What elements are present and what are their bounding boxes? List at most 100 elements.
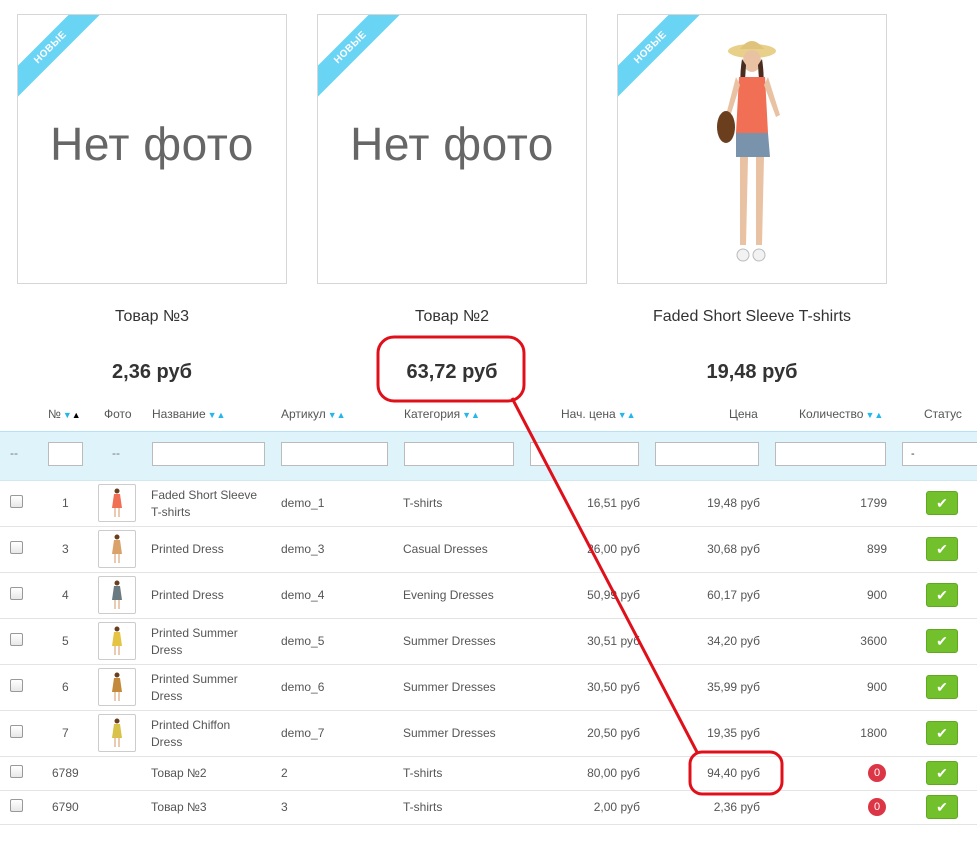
row-checkbox[interactable] bbox=[10, 633, 23, 646]
row-checkbox[interactable] bbox=[10, 679, 23, 692]
col-category[interactable]: Категория ▼▲ bbox=[404, 407, 480, 421]
filter-row: -- -- - bbox=[0, 431, 977, 481]
status-enabled-button[interactable]: ✔ bbox=[926, 537, 958, 561]
product-base-price: 2,00 руб bbox=[593, 800, 640, 814]
product-name[interactable]: Товар №2 bbox=[317, 308, 587, 326]
status-enabled-button[interactable]: ✔ bbox=[926, 629, 958, 653]
product-thumbnail[interactable] bbox=[98, 668, 136, 706]
product-sku: demo_6 bbox=[281, 680, 325, 694]
status-enabled-button[interactable]: ✔ bbox=[926, 795, 958, 819]
product-base-price: 30,51 руб bbox=[587, 634, 640, 648]
product-thumbnail[interactable] bbox=[98, 714, 136, 752]
product-category: T-shirts bbox=[403, 496, 443, 510]
row-id: 6789 bbox=[52, 766, 79, 780]
table-row[interactable]: 3 Printed Dress demo_3 Casual Dresses 26,00 … bbox=[0, 526, 977, 573]
status-enabled-button[interactable]: ✔ bbox=[926, 761, 958, 785]
status-enabled-button[interactable]: ✔ bbox=[926, 491, 958, 515]
filter-sku-input[interactable] bbox=[281, 442, 388, 466]
row-checkbox[interactable] bbox=[10, 765, 23, 778]
sort-icon[interactable]: ▼▲ bbox=[462, 410, 480, 420]
product-quantity: 900 bbox=[866, 588, 887, 602]
product-card-faded-tshirt[interactable]: НОВЫЕ Faded Short Sleeve T-shirts bbox=[617, 14, 887, 326]
product-price: 63,72 руб bbox=[406, 361, 498, 383]
product-price: 30,68 руб bbox=[707, 542, 760, 556]
sort-icon[interactable]: ▼▲ bbox=[208, 410, 226, 420]
product-name[interactable]: Faded Short Sleeve T-shirts bbox=[151, 487, 257, 521]
dress-thumbnail bbox=[112, 534, 122, 563]
product-thumbnail[interactable] bbox=[98, 484, 136, 522]
filter-num-input[interactable] bbox=[48, 442, 83, 466]
col-base-price[interactable]: Нач. цена ▼▲ bbox=[561, 407, 636, 421]
filter-quantity-input[interactable] bbox=[775, 442, 886, 466]
filter-name-input[interactable] bbox=[152, 442, 265, 466]
sort-icon[interactable]: ▼▲ bbox=[865, 410, 883, 420]
table-row[interactable]: 1 Faded Short Sleeve T-shirts demo_1 T-shirt… bbox=[0, 480, 977, 527]
product-image-placeholder[interactable]: НОВЫЕ Нет фото bbox=[17, 14, 287, 284]
product-card-2[interactable]: НОВЫЕ Нет фото Товар №2 bbox=[317, 14, 587, 326]
product-price: 34,20 руб bbox=[707, 634, 760, 648]
product-quantity: 900 bbox=[866, 680, 887, 694]
row-checkbox[interactable] bbox=[10, 541, 23, 554]
filter-status-select[interactable]: - bbox=[902, 442, 977, 466]
col-quantity[interactable]: Количество ▼▲ bbox=[799, 407, 883, 421]
status-enabled-button[interactable]: ✔ bbox=[926, 583, 958, 607]
product-name[interactable]: Printed Summer Dress bbox=[151, 671, 238, 705]
sort-icon[interactable]: ▼▲ bbox=[618, 410, 636, 420]
filter-price-input[interactable] bbox=[655, 442, 759, 466]
product-thumbnail[interactable] bbox=[98, 576, 136, 614]
table-row[interactable]: 4 Printed Dress demo_4 Evening Dresses 50,99… bbox=[0, 572, 977, 619]
status-enabled-button[interactable]: ✔ bbox=[926, 675, 958, 699]
row-checkbox[interactable] bbox=[10, 799, 23, 812]
row-id: 6 bbox=[62, 680, 69, 694]
product-name[interactable]: Printed Dress bbox=[151, 542, 224, 556]
col-status: Статус bbox=[924, 407, 962, 421]
filter-base-price-input[interactable] bbox=[530, 442, 639, 466]
table-row[interactable]: 5 Printed Summer Dress demo_5 Summer Dresses… bbox=[0, 618, 977, 665]
sort-icon[interactable]: ▼▲ bbox=[328, 410, 346, 420]
check-icon: ✔ bbox=[936, 633, 948, 649]
product-price: 60,17 руб bbox=[707, 588, 760, 602]
check-icon: ✔ bbox=[936, 725, 948, 741]
product-card-3[interactable]: НОВЫЕ Нет фото Товар №3 bbox=[17, 14, 287, 326]
sort-icon[interactable]: ▼▲ bbox=[63, 410, 81, 420]
product-name[interactable]: Faded Short Sleeve T-shirts bbox=[617, 308, 887, 326]
product-base-price: 20,50 руб bbox=[587, 726, 640, 740]
product-image-placeholder[interactable]: НОВЫЕ Нет фото bbox=[317, 14, 587, 284]
product-quantity: 3600 bbox=[860, 634, 887, 648]
product-image[interactable]: НОВЫЕ bbox=[617, 14, 887, 284]
product-price: 94,40 руб bbox=[707, 766, 760, 780]
product-thumbnail[interactable] bbox=[98, 530, 136, 568]
product-category: T-shirts bbox=[403, 800, 443, 814]
product-price: 2,36 руб bbox=[713, 800, 760, 814]
table-row[interactable]: 6 Printed Summer Dress demo_6 Summer Dresses… bbox=[0, 664, 977, 711]
table-row[interactable]: 6789 Товар №2 2 T-shirts 80,00 руб 94,40 руб 0… bbox=[0, 756, 977, 791]
dress-thumbnail bbox=[112, 488, 122, 517]
product-name[interactable]: Printed Summer Dress bbox=[151, 625, 238, 659]
product-name[interactable]: Printed Dress bbox=[151, 588, 224, 602]
product-name[interactable]: Товар №3 bbox=[17, 308, 287, 326]
row-checkbox[interactable] bbox=[10, 725, 23, 738]
product-quantity: 1800 bbox=[860, 726, 887, 740]
product-sku: demo_5 bbox=[281, 634, 325, 648]
col-name[interactable]: Название ▼▲ bbox=[152, 407, 225, 421]
product-name[interactable]: Товар №2 bbox=[151, 766, 207, 780]
dress-thumbnail bbox=[112, 718, 122, 747]
product-category: Summer Dresses bbox=[403, 634, 496, 648]
product-name[interactable]: Товар №3 bbox=[151, 800, 207, 814]
table-row[interactable]: 6790 Товар №3 3 T-shirts 2,00 руб 2,36 руб 0 ✔ bbox=[0, 790, 977, 825]
row-id: 5 bbox=[62, 634, 69, 648]
col-sku[interactable]: Артикул ▼▲ bbox=[281, 407, 346, 421]
filter-category-input[interactable] bbox=[404, 442, 514, 466]
table-row[interactable]: 7 Printed Chiffon Dress demo_7 Summer Dresse… bbox=[0, 710, 977, 757]
product-name[interactable]: Printed Chiffon Dress bbox=[151, 717, 230, 751]
row-checkbox[interactable] bbox=[10, 587, 23, 600]
check-icon: ✔ bbox=[936, 541, 948, 557]
row-checkbox[interactable] bbox=[10, 495, 23, 508]
status-enabled-button[interactable]: ✔ bbox=[926, 721, 958, 745]
product-thumbnail[interactable] bbox=[98, 622, 136, 660]
quantity-badge: 0 bbox=[868, 798, 886, 816]
col-num[interactable]: № ▼▲ bbox=[48, 407, 81, 421]
product-base-price: 16,51 руб bbox=[587, 496, 640, 510]
product-category: Summer Dresses bbox=[403, 726, 496, 740]
product-base-price: 80,00 руб bbox=[587, 766, 640, 780]
